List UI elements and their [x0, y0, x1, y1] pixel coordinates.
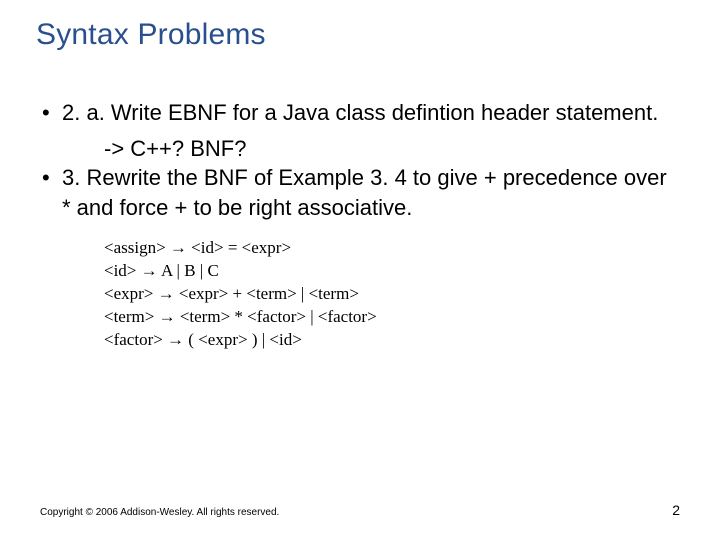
- grammar-line-3: <expr> → <expr> + <term> | <term>: [104, 283, 680, 306]
- copyright-text: Copyright © 2006 Addison-Wesley. All rig…: [40, 507, 279, 518]
- bullet-subtext-1: -> C++? BNF?: [104, 134, 680, 164]
- bullet-list: 2. a. Write EBNF for a Java class defint…: [40, 98, 680, 128]
- divider-dots: [40, 64, 680, 70]
- bullet-item-2: 3. Rewrite the BNF of Example 3. 4 to gi…: [40, 163, 680, 222]
- bullet-item-1: 2. a. Write EBNF for a Java class defint…: [40, 98, 680, 128]
- grammar-line-4: <term> → <term> * <factor> | <factor>: [104, 306, 680, 329]
- page-number: 2: [672, 502, 680, 518]
- grammar-block: <assign> → <id> = <expr> <id> → A | B | …: [104, 237, 680, 352]
- footer: Copyright © 2006 Addison-Wesley. All rig…: [40, 502, 680, 518]
- grammar-line-5: <factor> → ( <expr> ) | <id>: [104, 329, 680, 352]
- slide: Syntax Problems 2. a. Write EBNF for a J…: [0, 0, 720, 540]
- grammar-line-1: <assign> → <id> = <expr>: [104, 237, 680, 260]
- bullet-text-2: 3. Rewrite the BNF of Example 3. 4 to gi…: [62, 165, 667, 220]
- bullet-list-2: 3. Rewrite the BNF of Example 3. 4 to gi…: [40, 163, 680, 222]
- bullet-text-1: 2. a. Write EBNF for a Java class defint…: [62, 100, 658, 125]
- grammar-line-2: <id> → A | B | C: [104, 260, 680, 283]
- slide-title: Syntax Problems: [36, 18, 680, 52]
